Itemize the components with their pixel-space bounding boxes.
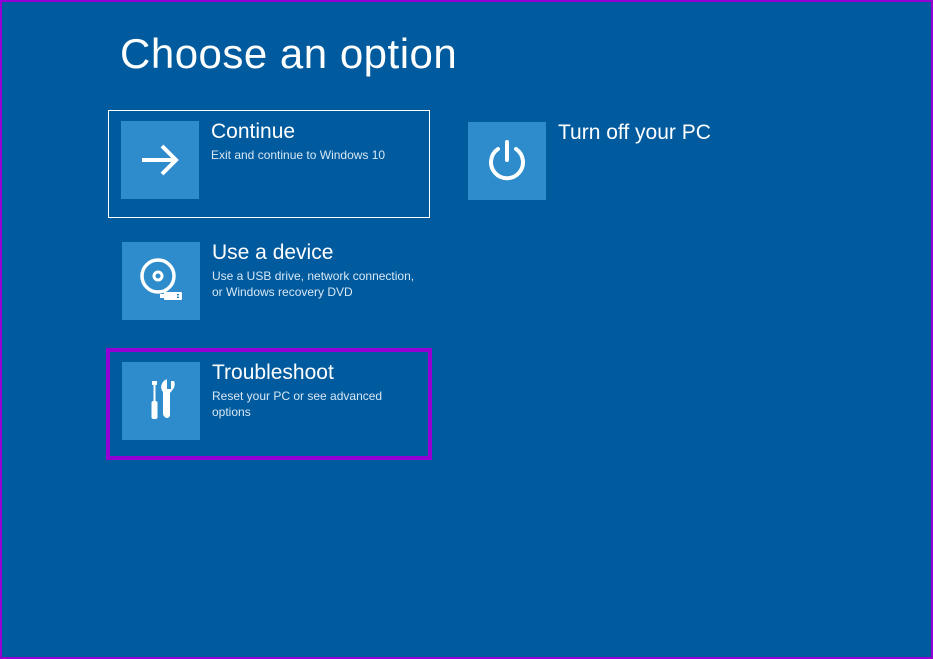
arrow-right-icon: [121, 121, 199, 199]
use-device-title: Use a device: [212, 240, 416, 266]
turn-off-title: Turn off your PC: [558, 120, 711, 146]
continue-desc: Exit and continue to Windows 10: [211, 147, 385, 163]
use-device-tile[interactable]: Use a device Use a USB drive, network co…: [108, 230, 430, 338]
troubleshoot-title: Troubleshoot: [212, 360, 416, 386]
troubleshoot-tile[interactable]: Troubleshoot Reset your PC or see advanc…: [108, 350, 430, 458]
turn-off-tile[interactable]: Turn off your PC: [454, 110, 776, 218]
troubleshoot-desc: Reset your PC or see advanced options: [212, 388, 416, 420]
continue-tile[interactable]: Continue Exit and continue to Windows 10: [108, 110, 430, 218]
use-device-desc: Use a USB drive, network connection, or …: [212, 268, 416, 300]
power-icon: [468, 122, 546, 200]
tools-icon: [122, 362, 200, 440]
disc-usb-icon: [122, 242, 200, 320]
continue-title: Continue: [211, 119, 385, 145]
page-title: Choose an option: [120, 30, 457, 78]
options-grid: Continue Exit and continue to Windows 10…: [108, 110, 868, 470]
